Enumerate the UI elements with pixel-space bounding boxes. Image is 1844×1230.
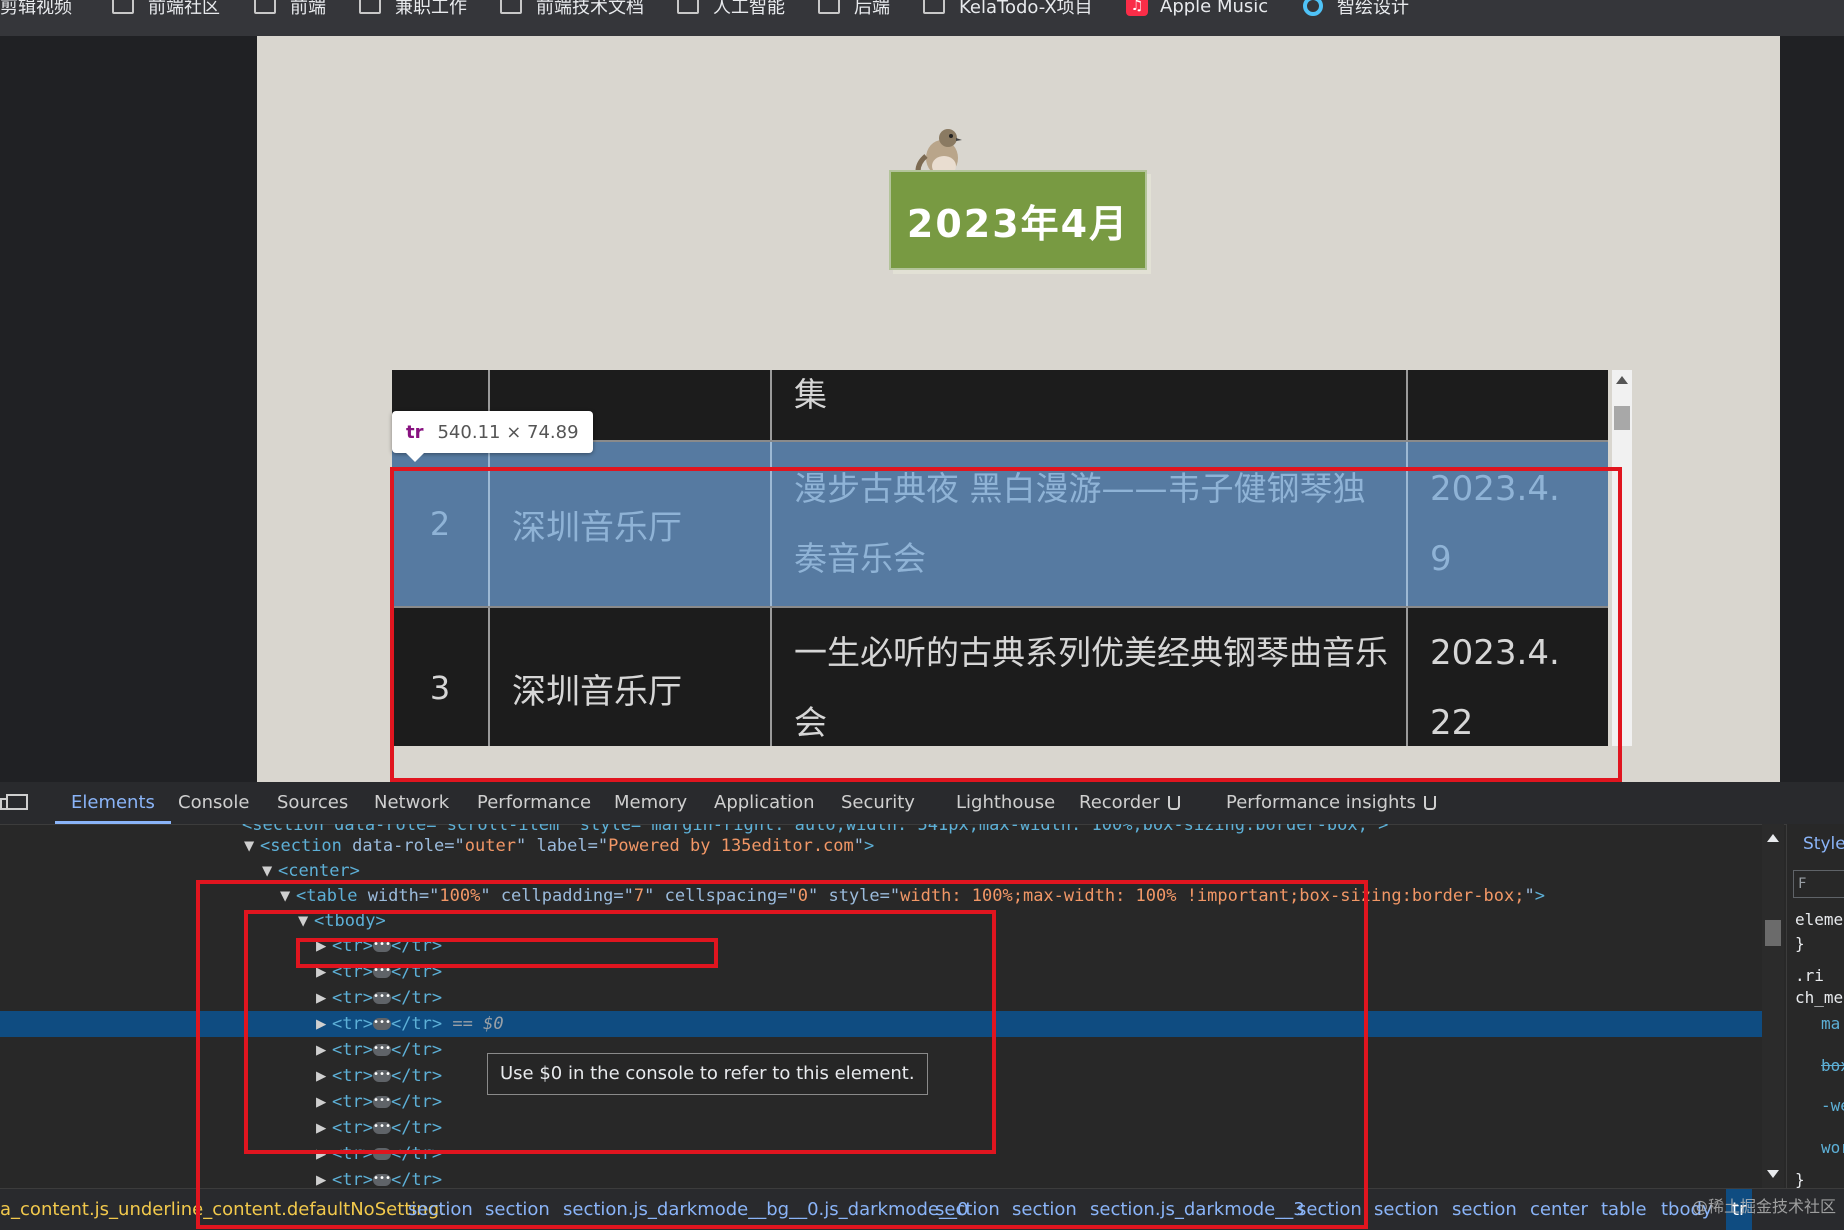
attr-name: label <box>536 836 588 856</box>
tooltip-tag: tr <box>406 421 424 443</box>
bookmark-item[interactable]: 后端 <box>818 0 890 18</box>
folder-icon <box>254 0 276 14</box>
tab-application[interactable]: Application <box>714 782 815 824</box>
bookmark-label: 后端 <box>854 0 890 18</box>
bookmark-item[interactable]: 前端社区 <box>112 0 220 18</box>
attr-value: outer <box>464 836 516 856</box>
tab-performance[interactable]: Performance <box>477 782 591 824</box>
experiment-flask-icon <box>1167 796 1180 810</box>
scroll-up-icon[interactable] <box>1616 376 1628 384</box>
dom-line[interactable]: ▼ <section data-role="outer" label="Power… <box>0 833 1762 859</box>
expand-triangle-icon[interactable]: ▼ <box>244 833 260 859</box>
breadcrumb-item[interactable]: section <box>1374 1189 1439 1230</box>
tab-security[interactable]: Security <box>841 782 915 824</box>
tab-label: Performance insights <box>1226 792 1416 813</box>
devtools-tabbar: Elements Console Sources Network Perform… <box>0 782 1844 825</box>
bookmark-item[interactable]: ♫ Apple Music <box>1126 0 1268 18</box>
style-line: -we <box>1821 1096 1844 1115</box>
tab-console[interactable]: Console <box>178 782 249 824</box>
watermark: @稀土掘金技术社区 <box>1691 1197 1836 1216</box>
folder-icon <box>818 0 840 14</box>
tag-name: center <box>288 861 350 881</box>
tab-label: Recorder <box>1079 792 1160 813</box>
folder-icon <box>677 0 699 14</box>
tab-lighthouse[interactable]: Lighthouse <box>956 782 1055 824</box>
breadcrumb-item[interactable]: center <box>1530 1189 1588 1230</box>
styles-filter-input[interactable]: F <box>1793 870 1844 898</box>
bookmark-item[interactable]: 智绘设计 <box>1303 0 1409 18</box>
style-line: wor <box>1821 1138 1844 1157</box>
style-line: eleme <box>1795 910 1844 929</box>
bookmark-item[interactable]: 人工智能 <box>677 0 785 18</box>
tab-recorder[interactable]: Recorder <box>1079 782 1180 824</box>
attr-name: data-role <box>352 836 445 856</box>
partial-cell-text: 集 <box>794 375 827 414</box>
style-line: } <box>1795 1170 1805 1188</box>
table-cell: 集 <box>772 370 1408 440</box>
bookmark-label: 智绘设计 <box>1337 0 1409 18</box>
bookmark-item[interactable]: 剪辑视频 <box>0 0 72 18</box>
scroll-down-icon[interactable] <box>1767 1170 1779 1178</box>
breadcrumb-item[interactable]: section <box>1452 1189 1517 1230</box>
bookmark-item[interactable]: 前端技术文档 <box>500 0 644 18</box>
bookmark-label: 前端社区 <box>148 0 220 18</box>
element-size-tooltip: tr 540.11 × 74.89 <box>392 411 593 462</box>
bookmark-label: Apple Music <box>1160 0 1269 17</box>
bookmark-label: 兼职工作 <box>395 0 467 18</box>
styles-pane: Styles F eleme } .ri ch_me ma: box -we w… <box>1786 824 1844 1188</box>
bookmark-item[interactable]: 前端 <box>254 0 326 18</box>
scroll-thumb[interactable] <box>1614 406 1630 430</box>
folder-icon <box>359 0 381 14</box>
device-toggle-icon[interactable] <box>0 794 28 810</box>
bookmark-label: 前端 <box>290 0 326 18</box>
bookmark-item[interactable]: KelaTodo-X项目 <box>923 0 1093 18</box>
bookmarks-bar: 剪辑视频 前端社区 前端 兼职工作 前端技术文档 人工智能 后端 KelaTod… <box>0 0 1844 36</box>
tag-name: section <box>270 836 342 856</box>
table-cell <box>1408 370 1608 440</box>
annotation-box <box>390 467 1622 782</box>
style-line: .ri <box>1795 966 1824 985</box>
month-heading-card: 2023年4月 <box>889 170 1147 270</box>
folder-icon <box>923 0 945 14</box>
attr-value: Powered by 135editor.com <box>608 836 854 856</box>
style-line: } <box>1795 934 1805 953</box>
scroll-up-icon[interactable] <box>1767 834 1779 842</box>
experiment-flask-icon <box>1423 796 1436 810</box>
circle-logo-icon <box>1303 0 1323 16</box>
bookmark-label: 前端技术文档 <box>536 0 644 18</box>
music-icon: ♫ <box>1126 0 1148 16</box>
tab-styles[interactable]: Styles <box>1803 824 1844 864</box>
breadcrumb-item[interactable]: table <box>1601 1189 1647 1230</box>
tab-performance-insights[interactable]: Performance insights <box>1226 782 1436 824</box>
style-line: ch_me <box>1795 988 1844 1007</box>
bookmark-label: 人工智能 <box>713 0 785 18</box>
month-heading: 2023年4月 <box>906 201 1130 246</box>
folder-icon <box>500 0 522 14</box>
bookmark-label: 剪辑视频 <box>0 0 72 18</box>
bookmark-item[interactable]: 兼职工作 <box>359 0 467 18</box>
style-line: ma: <box>1821 1014 1844 1033</box>
bookmark-label: KelaTodo-X项目 <box>959 0 1093 18</box>
tooltip-size: 540.11 × 74.89 <box>437 421 579 443</box>
tab-sources[interactable]: Sources <box>277 782 348 824</box>
tab-elements[interactable]: Elements <box>55 782 171 824</box>
folder-icon <box>112 0 134 14</box>
style-line: box <box>1821 1056 1844 1075</box>
dom-scrollbar[interactable] <box>1762 824 1784 1188</box>
annotation-box <box>296 938 718 968</box>
tab-network[interactable]: Network <box>374 782 449 824</box>
scroll-thumb[interactable] <box>1765 920 1781 946</box>
tab-memory[interactable]: Memory <box>614 782 687 824</box>
